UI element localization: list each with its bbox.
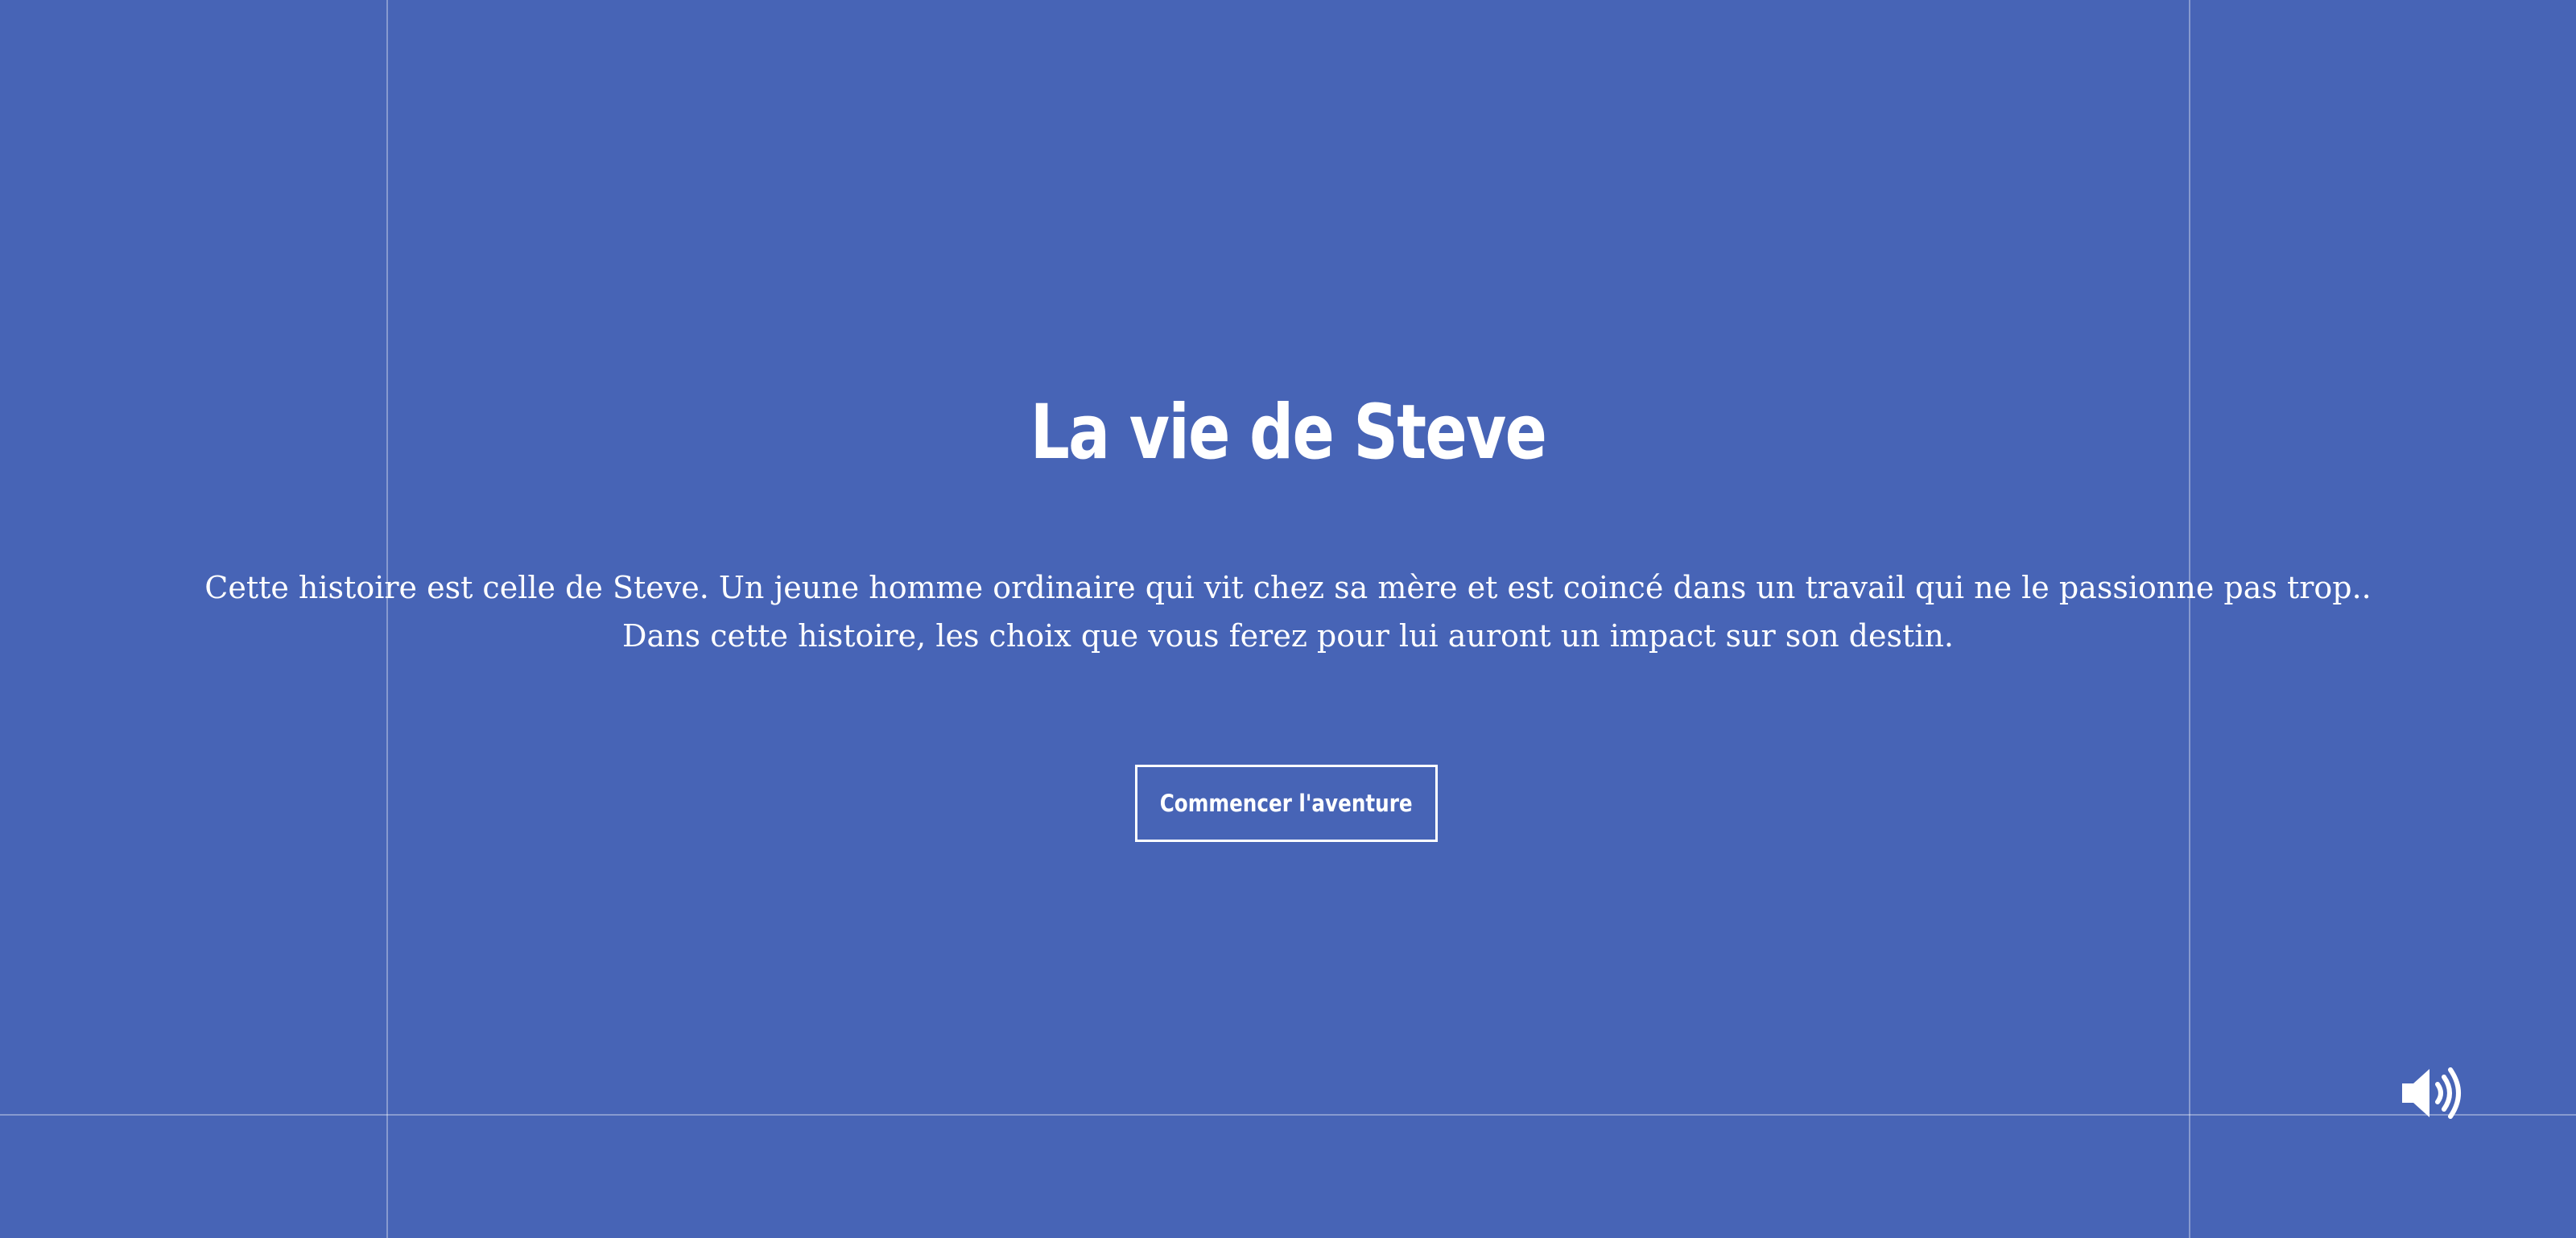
description-line-2: Dans cette histoire, les choix que vous … <box>622 618 1954 654</box>
start-adventure-button[interactable]: Commencer l'aventure <box>1135 765 1438 842</box>
volume-up-icon <box>2402 1067 2461 1119</box>
start-adventure-label: Commencer l'aventure <box>1160 790 1413 817</box>
page-title: La vie de Steve <box>1030 389 1547 477</box>
intro-screen: La vie de Steve Cette histoire est celle… <box>0 0 2576 1238</box>
story-description: Cette histoire est celle de Steve. Un je… <box>0 563 2576 660</box>
description-line-1: Cette histoire est celle de Steve. Un je… <box>204 570 2372 605</box>
sound-toggle-button[interactable] <box>2399 1063 2467 1124</box>
